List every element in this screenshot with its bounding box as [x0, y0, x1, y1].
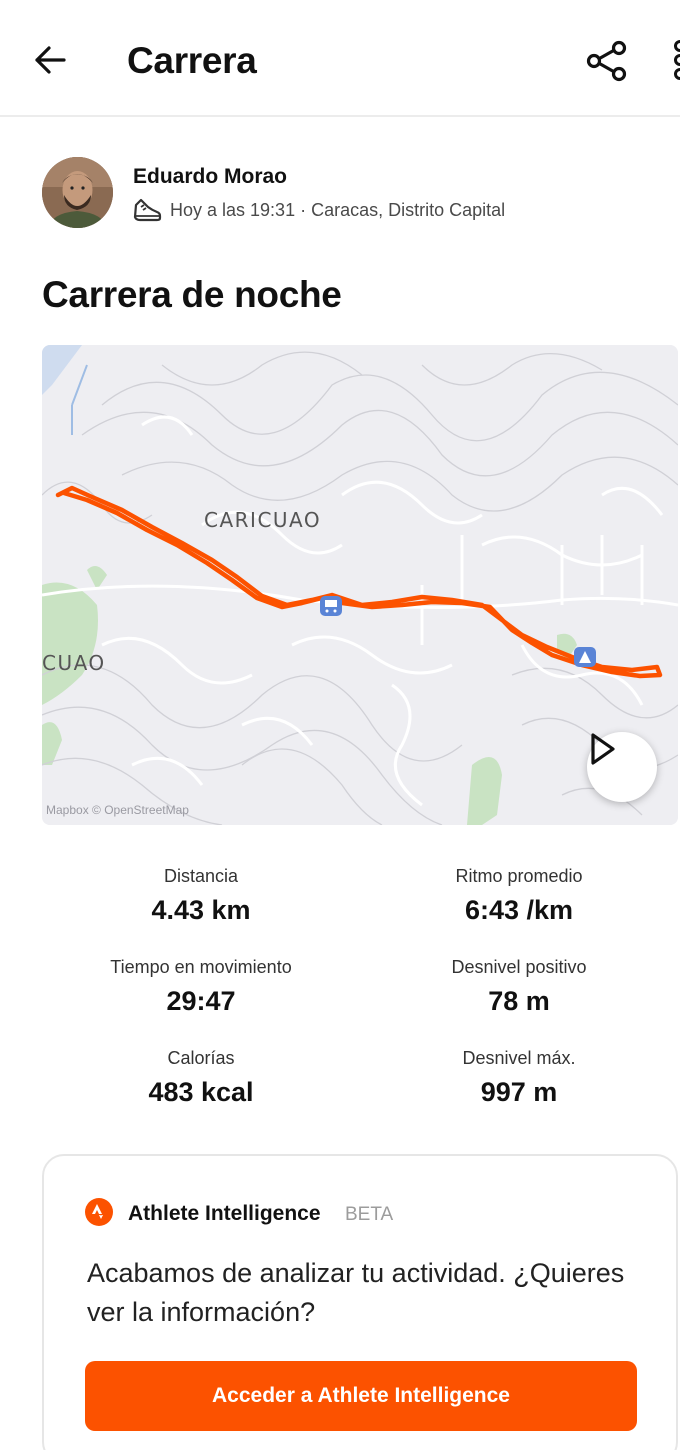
play-route-button[interactable] [587, 732, 657, 802]
map-background [42, 345, 678, 825]
stat-label: Calorías [167, 1048, 235, 1068]
top-app-bar: Carrera [0, 0, 680, 117]
activity-meta: Hoy a las 19:31 · Caracas, Distrito Capi… [132, 196, 505, 224]
avatar-image [42, 157, 113, 228]
strava-logo-icon [85, 1198, 113, 1226]
stat-label: Distancia [163, 866, 239, 886]
stat-value: 29:47 [166, 986, 236, 1016]
stat-value: 997 m [480, 1077, 558, 1107]
map-label-area: CARICUAO [204, 508, 322, 532]
ai-card-message: Acabamos de analizar tu actividad. ¿Quie… [87, 1258, 625, 1327]
more-options-button[interactable] [664, 36, 680, 86]
stat-moving-time: Tiempo en movimiento 29:47 [42, 957, 360, 1017]
play-icon [591, 733, 615, 765]
page-title: Carrera [127, 40, 257, 81]
back-button[interactable] [28, 38, 72, 82]
beta-badge: BETA [345, 1204, 394, 1225]
stat-label: Desnivel positivo [451, 957, 587, 977]
route-map[interactable]: CARICUAO CUAO Mapbox © OpenStreetMap [42, 345, 678, 825]
running-shoe-icon [133, 198, 162, 222]
athlete-header: Eduardo Morao Hoy a las 19:31 · Caracas,… [42, 157, 642, 229]
stat-label: Tiempo en movimiento [110, 957, 292, 977]
stat-calories: Calorías 483 kcal [42, 1048, 360, 1108]
more-vertical-icon [674, 40, 680, 80]
activity-meta-text: Hoy a las 19:31 · Caracas, Distrito Capi… [170, 199, 506, 220]
avatar[interactable] [42, 157, 113, 228]
stat-label: Desnivel máx. [462, 1048, 576, 1068]
access-athlete-intelligence-button[interactable]: Acceder a Athlete Intelligence [85, 1361, 637, 1431]
map-label-area-partial: CUAO [42, 651, 106, 675]
arrow-left-icon [35, 46, 66, 74]
athlete-intelligence-card: Athlete Intelligence BETA Acabamos de an… [42, 1154, 678, 1450]
share-icon [586, 40, 627, 82]
stat-average-pace: Ritmo promedio 6:43 /km [360, 866, 678, 926]
map-attribution[interactable]: Mapbox © OpenStreetMap [46, 803, 189, 817]
stat-elevation-gain: Desnivel positivo 78 m [360, 957, 678, 1017]
stat-distance: Distancia 4.43 km [42, 866, 360, 926]
stat-label: Ritmo promedio [455, 866, 583, 886]
stat-value: 483 kcal [148, 1077, 254, 1107]
stat-value: 78 m [488, 986, 550, 1016]
activity-title: Carrera de noche [42, 274, 342, 315]
bus-stop-icon [320, 596, 342, 616]
stat-value: 4.43 km [151, 895, 251, 925]
bus-stop-icon [574, 647, 596, 667]
stat-max-elevation: Desnivel máx. 997 m [360, 1048, 678, 1108]
athlete-name[interactable]: Eduardo Morao [133, 165, 287, 189]
ai-card-title: Athlete Intelligence [128, 1202, 321, 1225]
stat-value: 6:43 /km [464, 895, 574, 925]
share-button[interactable] [582, 36, 632, 86]
